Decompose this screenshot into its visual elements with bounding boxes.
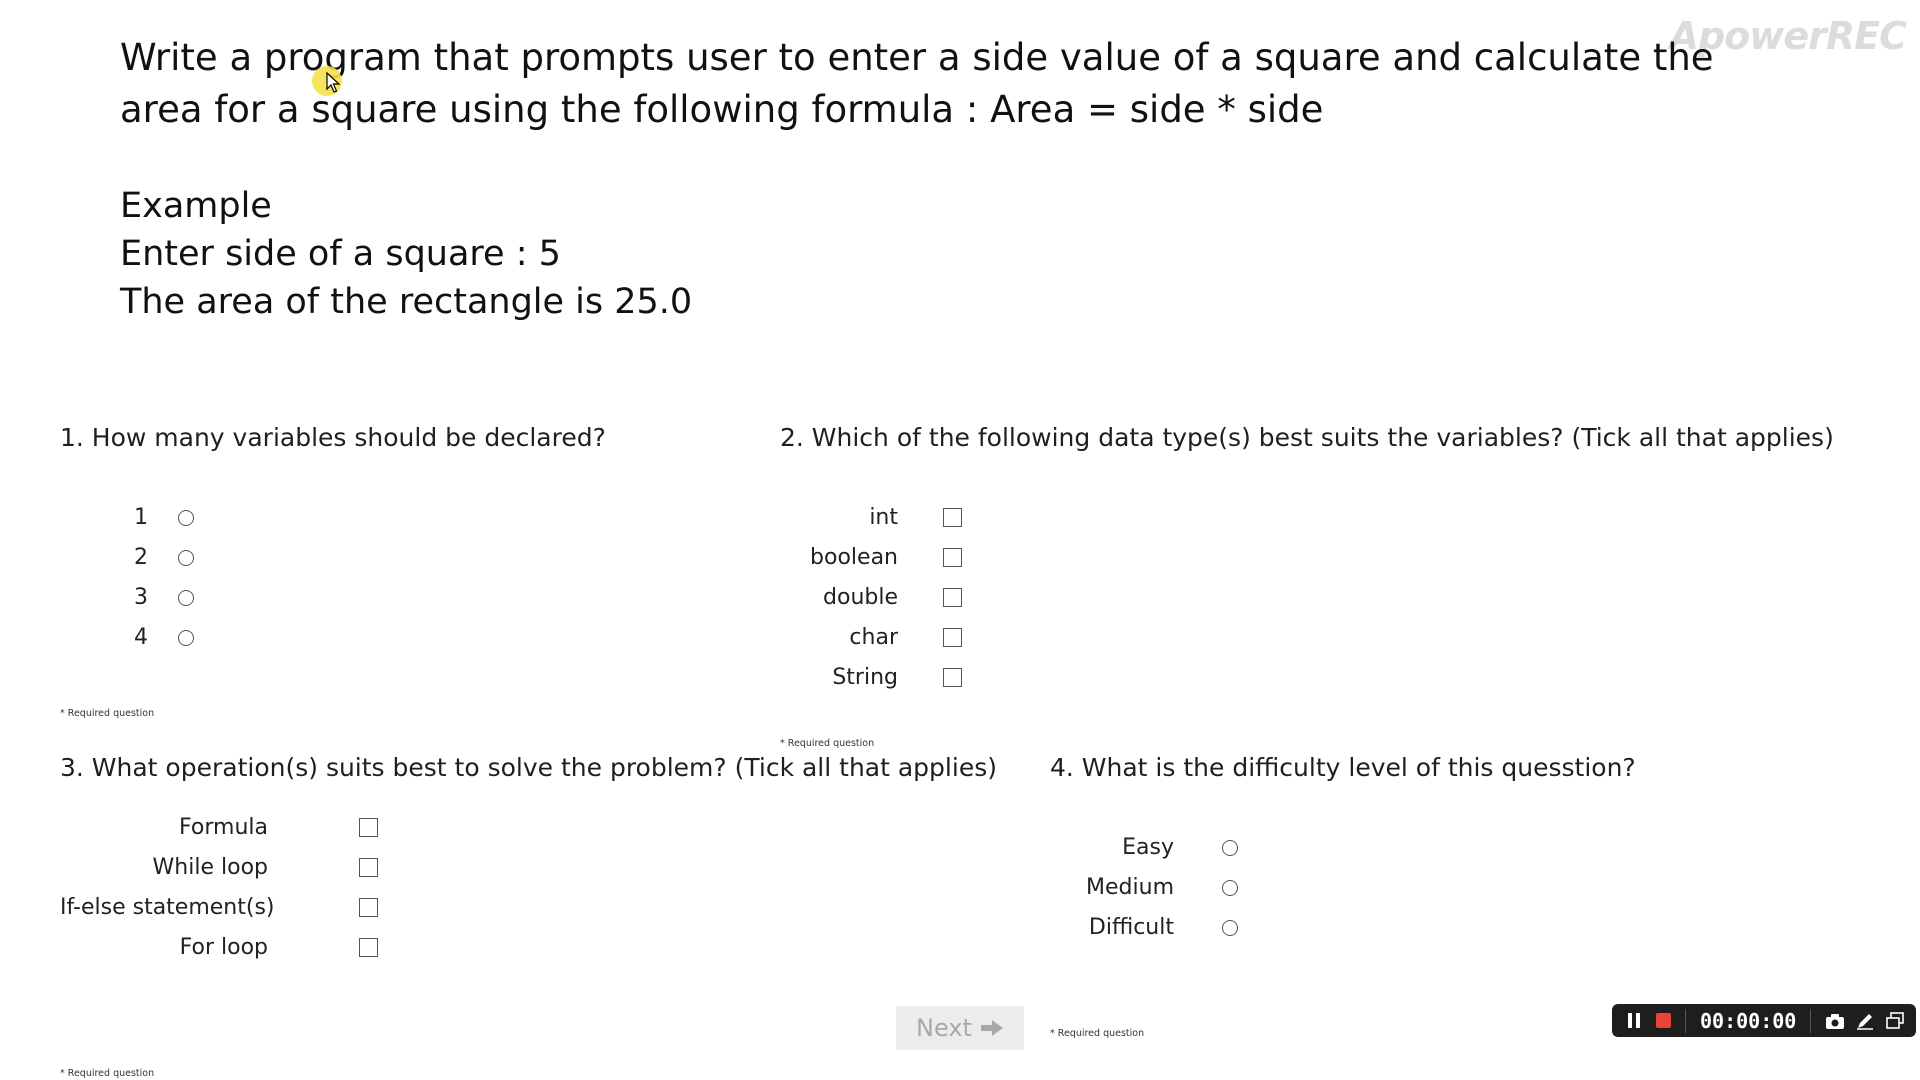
q1-radio-2[interactable] (178, 549, 194, 566)
q4-option-label: Difficult (1088, 915, 1174, 940)
q1-option-label: 2 (134, 545, 148, 570)
q3-option-if-else[interactable]: If-else statement(s) (60, 895, 378, 920)
mouse-cursor-icon (326, 72, 340, 93)
q4-option-label: Medium (1086, 875, 1174, 900)
q4-title: 4. What is the difficulty level of this … (1050, 753, 1636, 782)
q4-option-difficult[interactable]: Difficult (1050, 915, 1238, 940)
q1-option-4[interactable]: 4 (110, 625, 194, 650)
q3-option-while-loop[interactable]: While loop (60, 855, 378, 880)
q1-title: 1. How many variables should be declared… (60, 423, 606, 452)
q2-checkbox-string[interactable] (943, 668, 962, 687)
q4-option-easy[interactable]: Easy (1050, 835, 1238, 860)
q2-option-label: String (832, 665, 898, 690)
q3-option-label: While loop (152, 855, 268, 880)
q4-option-medium[interactable]: Medium (1050, 875, 1238, 900)
q3-required-note: * Required question (60, 1068, 155, 1079)
recorder-toolbar: 00:00:00 (1612, 1004, 1916, 1037)
example-output-line: The area of the rectangle is 25.0 (120, 282, 693, 322)
pen-icon[interactable] (1855, 1012, 1875, 1030)
example-heading: Example (120, 186, 272, 226)
q4-required-note: * Required question (1050, 1028, 1145, 1039)
q1-radio-1[interactable] (178, 509, 194, 526)
toolbar-divider (1685, 1008, 1686, 1033)
window-icon[interactable] (1885, 1011, 1905, 1030)
q2-option-label: int (869, 505, 898, 530)
q1-radio-3[interactable] (178, 589, 194, 606)
q1-option-2[interactable]: 2 (110, 545, 194, 570)
q3-checkbox-if-else[interactable] (359, 898, 378, 917)
q3-checkbox-formula[interactable] (359, 818, 378, 837)
q3-option-formula[interactable]: Formula (60, 815, 378, 840)
q2-option-label: double (823, 585, 898, 610)
q3-option-label: If-else statement(s) (60, 895, 275, 920)
q4-radio-medium[interactable] (1222, 879, 1238, 896)
q4-radio-easy[interactable] (1222, 839, 1238, 856)
next-button[interactable]: Next (896, 1006, 1024, 1050)
example-block: Example Enter side of a square : 5 The a… (120, 182, 692, 326)
q1-option-label: 1 (134, 505, 148, 530)
question-prompt: Write a program that prompts user to ent… (120, 36, 1714, 131)
example-input-line: Enter side of a square : 5 (120, 234, 561, 274)
q2-option-double[interactable]: double (780, 585, 962, 610)
q2-title: 2. Which of the following data type(s) b… (780, 423, 1834, 452)
arrow-right-icon (980, 1020, 1003, 1036)
q3-option-label: For loop (179, 935, 268, 960)
q1-radio-4[interactable] (178, 629, 194, 646)
q4-radio-difficult[interactable] (1222, 919, 1238, 936)
stop-icon[interactable] (1656, 1013, 1671, 1028)
q2-option-boolean[interactable]: boolean (780, 545, 962, 570)
q1-required-note: * Required question (60, 708, 155, 719)
q2-option-string[interactable]: String (780, 665, 962, 690)
q2-checkbox-int[interactable] (943, 508, 962, 527)
q1-option-3[interactable]: 3 (110, 585, 194, 610)
q2-checkbox-boolean[interactable] (943, 548, 962, 567)
q4-option-label: Easy (1122, 835, 1174, 860)
q2-option-int[interactable]: int (780, 505, 962, 530)
q3-title: 3. What operation(s) suits best to solve… (60, 753, 997, 782)
camera-icon[interactable] (1825, 1012, 1845, 1030)
next-button-label: Next (916, 1014, 972, 1042)
q3-checkbox-while-loop[interactable] (359, 858, 378, 877)
q2-option-label: boolean (810, 545, 898, 570)
q1-option-1[interactable]: 1 (110, 505, 194, 530)
toolbar-divider (1810, 1008, 1812, 1033)
q2-checkbox-double[interactable] (943, 588, 962, 607)
q1-option-label: 3 (134, 585, 148, 610)
q2-checkbox-char[interactable] (943, 628, 962, 647)
recording-timer: 00:00:00 (1700, 1008, 1797, 1033)
q3-option-label: Formula (179, 815, 268, 840)
q2-option-label: char (849, 625, 898, 650)
q2-required-note: * Required question (780, 738, 875, 749)
q3-checkbox-for-loop[interactable] (359, 938, 378, 957)
pause-icon[interactable] (1628, 1013, 1640, 1028)
q3-option-for-loop[interactable]: For loop (60, 935, 378, 960)
q1-option-label: 4 (134, 625, 148, 650)
q2-option-char[interactable]: char (780, 625, 962, 650)
